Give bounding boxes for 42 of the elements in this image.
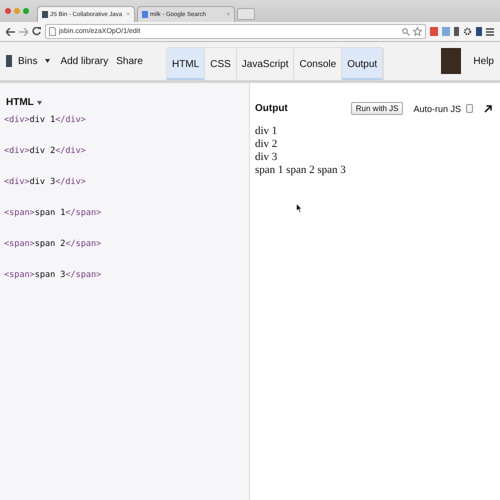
- code-line: <div>div 2</div>: [4, 146, 86, 158]
- caret-icon[interactable]: [36, 100, 42, 104]
- output-text: div 3: [255, 151, 278, 164]
- toolbar-link[interactable]: Add library: [60, 56, 108, 66]
- magnifier-icon[interactable]: [402, 28, 410, 36]
- favicon-icon: [42, 11, 48, 18]
- output-text: div 1: [255, 125, 278, 138]
- panel-toggle[interactable]: Output: [342, 48, 384, 80]
- caret-icon[interactable]: [45, 59, 50, 63]
- panel-title[interactable]: HTML: [6, 97, 34, 108]
- code-line: <span>span 2</span>: [4, 239, 102, 251]
- code-line: <div>div 1</div>: [4, 115, 86, 127]
- panel-title: Output: [255, 103, 288, 114]
- star-icon[interactable]: [413, 27, 422, 36]
- help-link[interactable]: Help: [473, 56, 494, 66]
- output-text: span 1 span 2 span 3: [255, 164, 346, 177]
- favicon-icon: [142, 11, 148, 18]
- run-button[interactable]: Run with JS: [350, 102, 404, 115]
- gear-icon[interactable]: [463, 27, 472, 36]
- toolbar-link[interactable]: Share: [116, 56, 143, 66]
- bins-menu[interactable]: Bins: [18, 56, 38, 66]
- output-text: div 2: [255, 138, 278, 151]
- panel-toggle[interactable]: JavaScript: [236, 48, 294, 80]
- forward-icon[interactable]: [19, 28, 28, 36]
- new-tab-button[interactable]: [237, 8, 255, 20]
- popout-arrow-icon[interactable]: [484, 104, 492, 112]
- avatar-placeholder[interactable]: [441, 48, 462, 74]
- page-icon: [49, 27, 56, 36]
- close-window-icon[interactable]: [5, 8, 11, 14]
- zoom-window-icon[interactable]: [23, 8, 29, 14]
- panel-toggle[interactable]: HTML: [167, 48, 206, 80]
- menu-icon[interactable]: [486, 28, 494, 36]
- minimize-window-icon[interactable]: [14, 8, 20, 14]
- reload-icon[interactable]: [32, 27, 41, 36]
- code-line: <span>span 1</span>: [4, 208, 102, 220]
- back-icon[interactable]: [6, 28, 15, 36]
- panel-toggle[interactable]: CSS: [205, 48, 237, 80]
- autorun-label: Auto-run JS: [413, 104, 461, 114]
- code-line: <span>span 3</span>: [4, 270, 102, 282]
- mouse-pointer-icon: [296, 203, 302, 213]
- autorun-checkbox[interactable]: [466, 104, 473, 113]
- code-line: <div>div 3</div>: [4, 177, 86, 189]
